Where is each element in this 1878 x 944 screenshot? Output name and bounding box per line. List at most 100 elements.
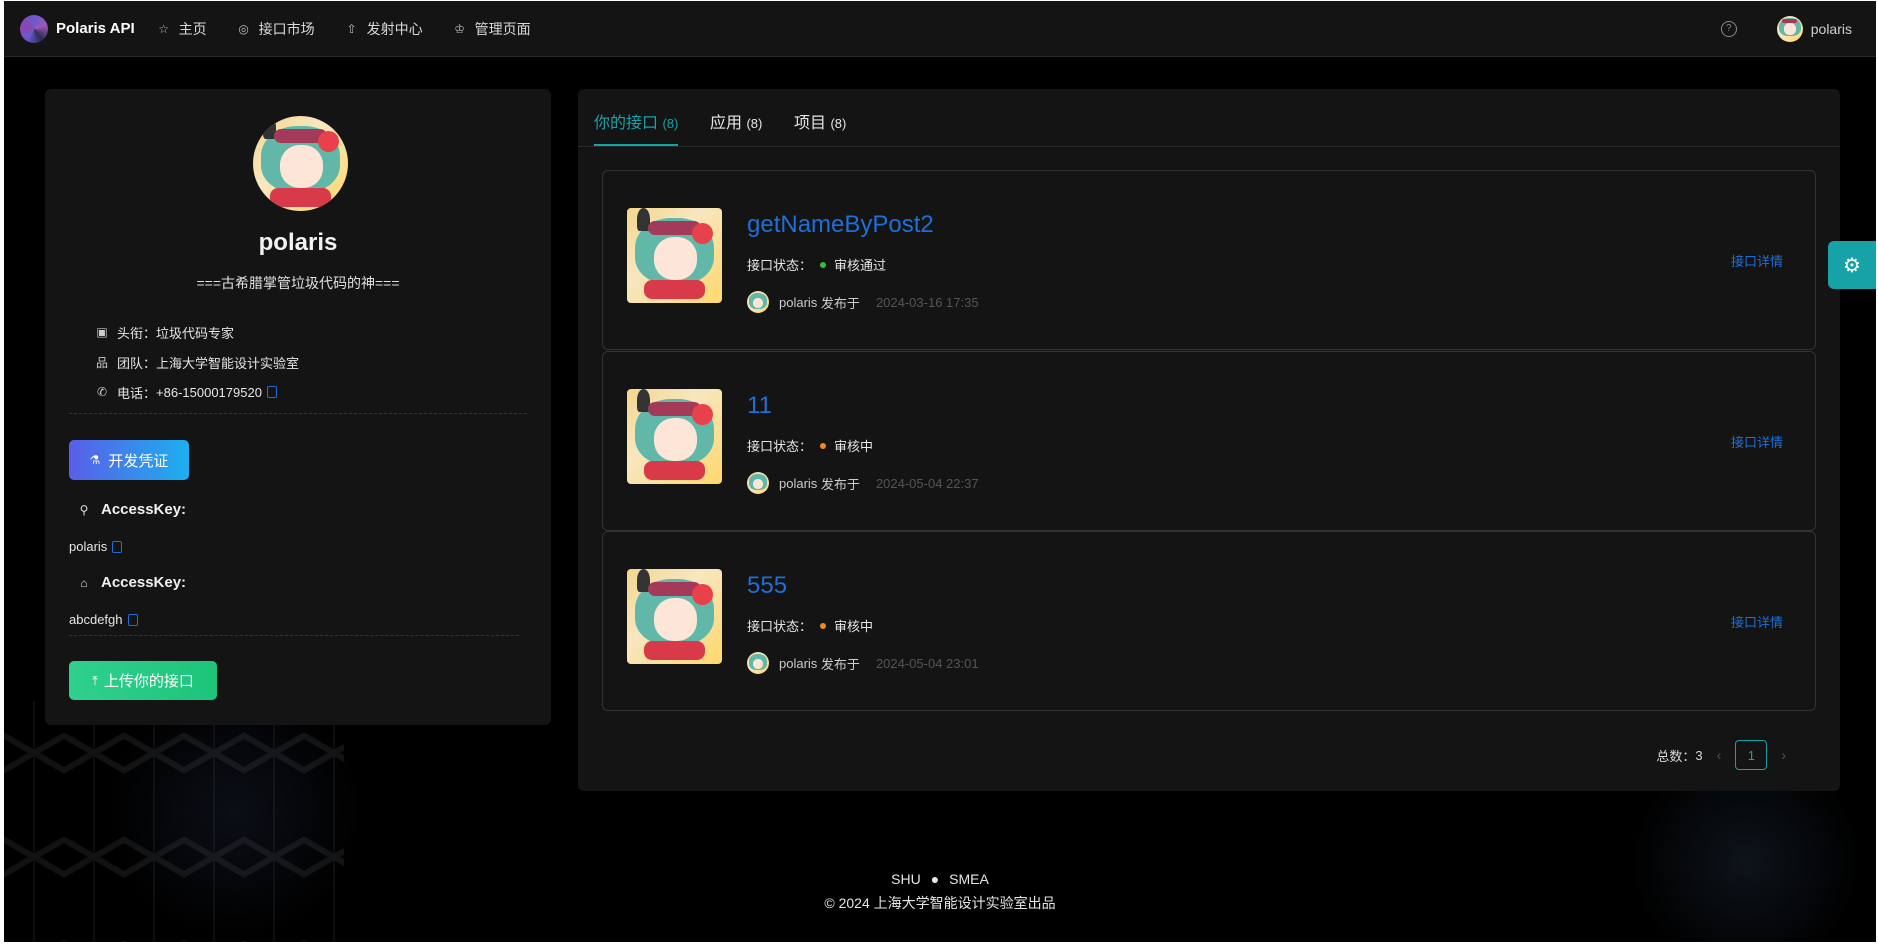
tab-your-apis[interactable]: 你的接口 (8) [594, 109, 678, 133]
info-value: +86-15000179520 [156, 384, 262, 400]
profile-avatar [253, 116, 348, 211]
dev-credentials-button[interactable]: ⚗ 开发凭证 [69, 440, 189, 480]
status-dot [820, 442, 827, 449]
publish-time: 2024-05-04 23:01 [875, 655, 979, 671]
prev-page-icon[interactable]: ‹ [1717, 747, 1722, 763]
nav-item-launch[interactable]: ⇧ 发射中心 [345, 19, 423, 39]
access-key-value: polaris [69, 539, 123, 554]
compass-icon: ◎ [238, 21, 249, 36]
api-meta: polaris 发布于 2024-05-04 23:01 [747, 652, 979, 674]
tab-label: 应用 [710, 115, 743, 132]
settings-gear-icon[interactable]: ⚙ [1828, 241, 1876, 289]
key-icon: ⚲ [79, 502, 89, 517]
app-logo[interactable]: Polaris API [20, 14, 135, 43]
info-value: 上海大学智能设计实验室 [156, 355, 300, 371]
tab-count: (8) [662, 116, 679, 131]
header-right: ? polaris [1720, 15, 1852, 42]
status-dot [820, 622, 827, 629]
nav-item-admin[interactable]: ♔ 管理页面 [453, 19, 531, 39]
info-row-title: ▣ 头衔： 垃圾代码专家 [95, 317, 299, 347]
info-label: 头衔： [117, 325, 157, 341]
polaris-logo-icon [20, 14, 48, 43]
avatar[interactable] [1776, 15, 1803, 42]
nav-item-market[interactable]: ◎ 接口市场 [237, 19, 314, 39]
status-label: 接口状态： [747, 619, 813, 634]
nav-item-label: 管理页面 [474, 20, 531, 37]
label-text: AccessKey: [101, 574, 187, 591]
divider [69, 635, 519, 636]
value-text: abcdefgh [69, 612, 123, 627]
api-card: 555 接口状态： 审核中 polaris 发布于 2024-05-04 23:… [602, 531, 1816, 711]
tab-count: (8) [746, 116, 763, 131]
footer: SHU ● SMEA © 2024 上海大学智能设计实验室出品 [4, 871, 1876, 913]
api-thumbnail [627, 569, 722, 664]
button-label: 开发凭证 [108, 452, 169, 470]
author-name: polaris [779, 655, 818, 671]
publish-time: 2024-03-16 17:35 [875, 294, 979, 310]
api-meta: polaris 发布于 2024-05-04 22:37 [747, 472, 979, 494]
profile-card: polaris ===古希腊掌管垃圾代码的神=== ▣ 头衔： 垃圾代码专家 品… [45, 89, 551, 725]
active-tab-indicator [594, 144, 678, 146]
upload-icon: ⤒ [92, 672, 98, 688]
published-label: 发布于 [820, 656, 860, 672]
api-thumbnail [627, 389, 722, 484]
status-label: 接口状态： [747, 439, 813, 454]
profile-motto: ===古希腊掌管垃圾代码的神=== [196, 275, 400, 291]
copy-icon[interactable] [266, 386, 277, 398]
nav-item-home[interactable]: ☆ 主页 [157, 19, 207, 39]
api-title[interactable]: getNameByPost2 [747, 211, 934, 239]
nav-item-label: 主页 [178, 20, 207, 37]
nav-item-label: 发射中心 [366, 20, 423, 37]
author-avatar [747, 652, 769, 674]
published-label: 发布于 [820, 295, 860, 311]
author-avatar [747, 291, 769, 313]
info-label: 电话： [117, 385, 157, 401]
app-name: Polaris API [56, 20, 135, 37]
rocket-icon: ⇧ [346, 21, 357, 36]
star-icon: ☆ [158, 21, 170, 36]
api-detail-link[interactable]: 接口详情 [1731, 432, 1783, 451]
main-nav: ☆ 主页 ◎ 接口市场 ⇧ 发射中心 ♔ 管理页面 [157, 19, 561, 39]
tab-count: (8) [830, 116, 847, 131]
next-page-icon[interactable]: › [1781, 747, 1786, 763]
top-navigation-bar: Polaris API ☆ 主页 ◎ 接口市场 ⇧ 发射中心 ♔ 管理页面 ? [4, 1, 1876, 57]
app-window: Polaris API ☆ 主页 ◎ 接口市场 ⇧ 发射中心 ♔ 管理页面 ? [4, 1, 1876, 942]
label-text: AccessKey: [101, 501, 187, 518]
tab-bar: 你的接口 (8) 应用 (8) 项目 (8) [578, 89, 1840, 147]
upload-api-button[interactable]: ⤒ 上传你的接口 [69, 661, 217, 700]
pagination: 总数： 3 ‹ 1 › [1656, 740, 1800, 770]
copyright-text: © 2024 上海大学智能设计实验室出品 [824, 895, 1056, 911]
flask-icon: ⚗ [89, 453, 101, 467]
id-card-icon: ▣ [96, 325, 108, 339]
status-badge: 审核通过 [834, 258, 887, 273]
help-icon[interactable]: ? [1720, 20, 1737, 37]
total-label: 总数： [1656, 748, 1696, 764]
tab-projects[interactable]: 项目 (8) [794, 109, 846, 133]
info-label: 团队： [117, 355, 157, 371]
footer-link-smea[interactable]: SMEA [949, 871, 989, 887]
crown-icon: ♔ [454, 21, 466, 36]
footer-link-shu[interactable]: SHU [891, 871, 921, 887]
api-detail-link[interactable]: 接口详情 [1731, 612, 1783, 631]
api-status: 接口状态： 审核中 [747, 436, 873, 455]
api-detail-link[interactable]: 接口详情 [1731, 251, 1783, 270]
copy-icon[interactable] [127, 613, 138, 626]
publish-time: 2024-05-04 22:37 [875, 475, 979, 491]
api-title[interactable]: 11 [747, 392, 772, 420]
phone-icon: ✆ [96, 385, 108, 399]
author-name: polaris [779, 294, 818, 310]
github-icon[interactable]: ● [931, 871, 939, 887]
tab-applications[interactable]: 应用 (8) [710, 109, 762, 133]
copy-icon[interactable] [112, 540, 123, 553]
page-number[interactable]: 1 [1735, 740, 1768, 770]
tab-label: 项目 [794, 115, 827, 132]
value-text: polaris [69, 539, 108, 554]
header-username[interactable]: polaris [1811, 21, 1852, 37]
secret-key-value: abcdefgh [69, 612, 138, 627]
api-meta: polaris 发布于 2024-03-16 17:35 [747, 291, 979, 313]
api-title[interactable]: 555 [747, 572, 787, 600]
info-row-phone: ✆ 电话： +86-15000179520 [95, 377, 299, 407]
info-value: 垃圾代码专家 [156, 325, 235, 341]
api-card: getNameByPost2 接口状态： 审核通过 polaris 发布于 20… [602, 170, 1816, 350]
published-label: 发布于 [820, 476, 860, 492]
